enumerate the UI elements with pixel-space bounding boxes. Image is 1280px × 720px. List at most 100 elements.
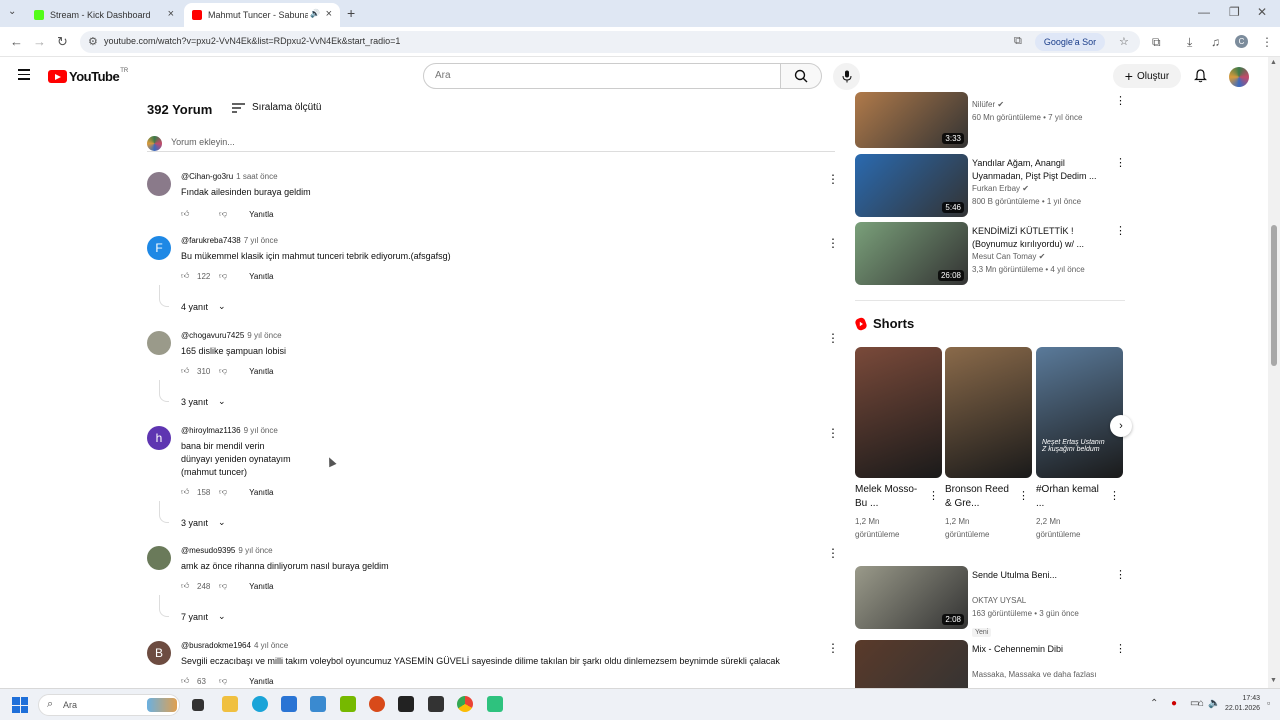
url-text[interactable]: youtube.com/watch?v=pxu2-VvN4Ek&list=RDp… bbox=[104, 36, 400, 46]
short-item[interactable]: Bronson Reed & Gre... 1,2 Mn görüntüleme ⋮ bbox=[945, 347, 1032, 541]
install-app-icon[interactable]: ⧉ bbox=[1014, 35, 1022, 48]
audio-playing-icon[interactable]: 🔊 bbox=[310, 9, 320, 18]
bookmark-star-icon[interactable]: ☆ bbox=[1119, 35, 1129, 48]
more-options-icon[interactable]: ⋮ bbox=[1109, 489, 1120, 502]
reply-button[interactable]: Yanıtla bbox=[249, 582, 273, 591]
dislike-icon[interactable]: 👎︎ bbox=[219, 581, 227, 591]
epic-launcher-icon[interactable] bbox=[428, 696, 444, 712]
like-icon[interactable]: 👍︎ bbox=[181, 366, 191, 376]
voice-search-button[interactable] bbox=[833, 63, 860, 90]
dislike-icon[interactable]: 👎︎ bbox=[219, 209, 227, 219]
comment-time[interactable]: 1 saat önce bbox=[236, 172, 277, 181]
more-options-icon[interactable]: ⋮ bbox=[1115, 642, 1126, 655]
account-avatar[interactable] bbox=[1229, 67, 1249, 87]
more-options-icon[interactable]: ⋮ bbox=[827, 641, 839, 655]
more-options-icon[interactable]: ⋮ bbox=[1115, 224, 1126, 237]
close-tab-icon[interactable]: × bbox=[168, 8, 174, 20]
create-button[interactable]: + Oluştur bbox=[1113, 64, 1181, 88]
add-comment-field[interactable]: Yorum ekleyin... bbox=[147, 134, 835, 152]
more-options-icon[interactable]: ⋮ bbox=[827, 172, 839, 186]
channel-name[interactable]: Massaka, Massaka ve daha fazlası bbox=[972, 670, 1097, 679]
comment-username[interactable]: @busradokme1964 bbox=[181, 641, 251, 650]
short-title[interactable]: Bronson Reed & Gre... bbox=[945, 483, 1015, 511]
short-title[interactable]: Melek Mosso-Bu ... bbox=[855, 483, 925, 511]
search-input[interactable] bbox=[435, 70, 735, 81]
dislike-icon[interactable]: 👎︎ bbox=[219, 676, 227, 686]
search-button[interactable] bbox=[781, 63, 822, 89]
comment-time[interactable]: 4 yıl önce bbox=[254, 641, 288, 650]
short-thumbnail[interactable] bbox=[855, 347, 942, 478]
windows-start-icon[interactable] bbox=[12, 697, 28, 713]
add-comment-placeholder[interactable]: Yorum ekleyin... bbox=[171, 137, 235, 147]
sort-button[interactable]: Sıralama ölçütü bbox=[232, 102, 321, 113]
more-options-icon[interactable]: ⋮ bbox=[827, 331, 839, 345]
scrollbar-thumb[interactable] bbox=[1271, 225, 1277, 366]
page-scrollbar[interactable]: ▲ ▼ bbox=[1268, 57, 1280, 688]
video-title[interactable]: Sende Utulma Beni... bbox=[972, 569, 1102, 582]
microphone-tray-icon[interactable]: ● bbox=[1171, 698, 1177, 709]
more-options-icon[interactable]: ⋮ bbox=[827, 426, 839, 440]
search-box[interactable] bbox=[423, 63, 781, 89]
dislike-icon[interactable]: 👎︎ bbox=[219, 271, 227, 281]
scroll-down-icon[interactable]: ▼ bbox=[1270, 677, 1277, 684]
replies-toggle[interactable]: 3 yanıt ⌄ bbox=[181, 517, 226, 528]
channel-name[interactable]: Mesut Can Tomay ✔ bbox=[972, 252, 1045, 261]
epic-games-icon[interactable] bbox=[398, 696, 414, 712]
new-tab-icon[interactable]: + bbox=[347, 5, 355, 21]
comment-username[interactable]: @hiroylmaz1136 bbox=[181, 426, 241, 435]
site-info-icon[interactable]: ⚙ bbox=[88, 35, 98, 48]
like-icon[interactable]: 👍︎ bbox=[181, 676, 191, 686]
comment-username[interactable]: @chogavuru7425 bbox=[181, 331, 244, 340]
reply-button[interactable]: Yanıtla bbox=[249, 210, 273, 219]
google-search-button[interactable]: Google'a Sor bbox=[1035, 33, 1105, 51]
browser-profile-avatar[interactable]: C bbox=[1235, 35, 1248, 48]
mail-icon[interactable] bbox=[310, 696, 326, 712]
tray-chevron-icon[interactable]: ⌃ bbox=[1150, 698, 1158, 709]
network-icon[interactable]: ⌂ bbox=[1198, 698, 1204, 709]
channel-name[interactable]: OKTAY UYSAL bbox=[972, 596, 1026, 605]
short-title[interactable]: #Orhan kemal ... bbox=[1036, 483, 1106, 511]
avatar[interactable]: B bbox=[147, 641, 171, 665]
comment-time[interactable]: 9 yıl önce bbox=[244, 426, 278, 435]
shorts-next-button[interactable]: › bbox=[1110, 415, 1132, 437]
video-thumbnail[interactable]: 3:33 bbox=[855, 92, 968, 148]
comment-time[interactable]: 9 yıl önce bbox=[247, 331, 281, 340]
like-icon[interactable]: 👍︎ bbox=[181, 271, 191, 281]
back-icon[interactable]: ← bbox=[10, 34, 23, 49]
clock[interactable]: 17:43 22.01.2026 bbox=[1225, 694, 1260, 714]
app-green-icon[interactable] bbox=[487, 696, 503, 712]
file-explorer-icon[interactable] bbox=[222, 696, 238, 712]
avatar[interactable] bbox=[147, 331, 171, 355]
video-thumbnail[interactable]: 26:08 bbox=[855, 222, 968, 285]
close-window-icon[interactable]: ✕ bbox=[1257, 5, 1267, 19]
notifications-bell-icon[interactable] bbox=[1194, 69, 1207, 83]
replies-toggle[interactable]: 3 yanıt ⌄ bbox=[181, 396, 226, 407]
short-item[interactable]: Melek Mosso-Bu ... 1,2 Mn görüntüleme ⋮ bbox=[855, 347, 942, 541]
media-control-icon[interactable]: ♫ bbox=[1211, 35, 1220, 49]
scroll-up-icon[interactable]: ▲ bbox=[1270, 59, 1277, 66]
comment-username[interactable]: @mesudo9395 bbox=[181, 546, 235, 555]
comment-time[interactable]: 9 yıl önce bbox=[238, 546, 272, 555]
video-thumbnail[interactable]: 2:08 bbox=[855, 566, 968, 629]
chrome-icon[interactable] bbox=[457, 696, 473, 712]
more-options-icon[interactable]: ⋮ bbox=[827, 546, 839, 560]
like-icon[interactable]: 👍︎ bbox=[181, 209, 191, 219]
youtube-logo[interactable]: YouTube TR bbox=[48, 68, 128, 84]
short-item[interactable]: Neşet Ertaş Ustanın Z kuşağını beldum #Or… bbox=[1036, 347, 1123, 541]
reply-button[interactable]: Yanıtla bbox=[249, 272, 273, 281]
replies-toggle[interactable]: 4 yanıt ⌄ bbox=[181, 301, 226, 312]
store-icon[interactable] bbox=[281, 696, 297, 712]
more-options-icon[interactable]: ⋮ bbox=[827, 236, 839, 250]
tab-kick-dashboard[interactable]: Stream - Kick Dashboard × bbox=[26, 3, 182, 27]
avatar[interactable] bbox=[147, 172, 171, 196]
task-view-icon[interactable] bbox=[192, 699, 204, 711]
like-icon[interactable]: 👍︎ bbox=[181, 487, 191, 497]
taskbar-search-box[interactable]: ⌕ Ara bbox=[38, 694, 180, 716]
channel-name[interactable]: Furkan Erbay ✔ bbox=[972, 184, 1029, 193]
comment-username[interactable]: @farukreba7438 bbox=[181, 236, 241, 245]
comment-time[interactable]: 7 yıl önce bbox=[244, 236, 278, 245]
menu-icon[interactable] bbox=[18, 69, 30, 83]
video-title[interactable]: KENDİMİZİ KÜTLETTİK ! (Boynumuz kırılıyo… bbox=[972, 225, 1102, 251]
replies-toggle[interactable]: 7 yanıt ⌄ bbox=[181, 611, 226, 622]
more-options-icon[interactable]: ⋮ bbox=[1018, 489, 1029, 502]
